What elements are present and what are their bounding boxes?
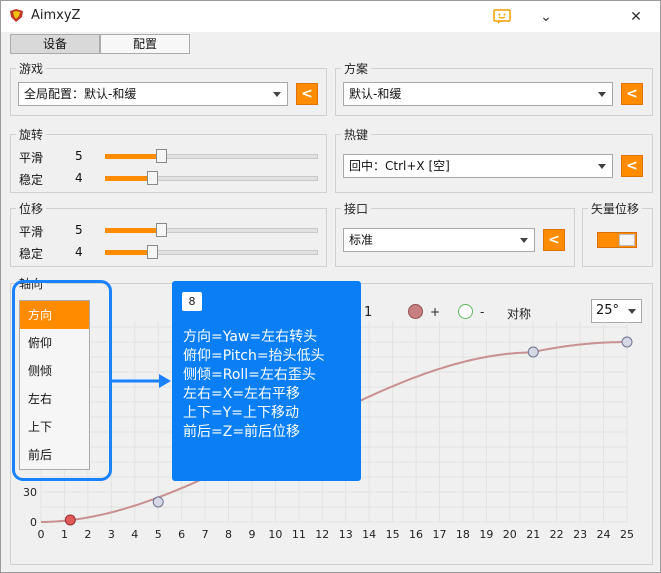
x-tick-label: 12: [315, 528, 329, 541]
x-tick-label: 0: [38, 528, 45, 541]
x-tick-label: 16: [409, 528, 423, 541]
x-tick-label: 17: [432, 528, 446, 541]
step-badge: 8: [182, 292, 202, 311]
x-tick-label: 25: [620, 528, 634, 541]
control-point-minus: [527, 346, 539, 358]
help-tooltip: 8 方向=Yaw=左右转头 俯仰=Pitch=抬头低头 侧倾=Roll=左右歪头…: [172, 281, 361, 481]
tooltip-line: 侧倾=Roll=左右歪头: [183, 367, 316, 383]
x-tick-label: 19: [479, 528, 493, 541]
tooltip-line: 前后=Z=前后位移: [183, 424, 301, 440]
tooltip-line: 俯仰=Pitch=抬头低头: [183, 348, 325, 364]
x-tick-label: 21: [526, 528, 540, 541]
y-tick-label: 30: [23, 486, 37, 499]
x-tick-label: 10: [268, 528, 282, 541]
x-tick-label: 7: [202, 528, 209, 541]
x-tick-label: 15: [386, 528, 400, 541]
tooltip-line: 方向=Yaw=左右转头: [183, 329, 318, 345]
x-tick-label: 3: [108, 528, 115, 541]
x-tick-label: 24: [597, 528, 611, 541]
x-tick-label: 8: [225, 528, 232, 541]
x-tick-label: 22: [550, 528, 564, 541]
control-point-minus: [621, 336, 633, 348]
x-tick-label: 20: [503, 528, 517, 541]
x-tick-label: 5: [155, 528, 162, 541]
highlight-frame: [12, 280, 112, 481]
tooltip-line: 上下=Y=上下移动: [183, 405, 300, 421]
x-tick-label: 13: [339, 528, 353, 541]
x-tick-label: 6: [178, 528, 185, 541]
x-tick-label: 2: [84, 528, 91, 541]
app-window: AimxyZ ⌄ ✕ 设备 配置 游戏 全局配置：默认-和缓 < 方案 默认-和…: [0, 0, 661, 573]
x-tick-label: 23: [573, 528, 587, 541]
x-tick-label: 11: [292, 528, 306, 541]
x-tick-label: 18: [456, 528, 470, 541]
control-point-minus: [152, 496, 164, 508]
y-tick-label: 0: [30, 516, 37, 529]
control-point-plus: [64, 514, 76, 526]
x-tick-label: 14: [362, 528, 376, 541]
arrow-right-icon: [111, 374, 171, 388]
x-tick-label: 4: [131, 528, 138, 541]
x-tick-label: 1: [61, 528, 68, 541]
tooltip-line: 左右=X=左右平移: [183, 386, 301, 402]
x-tick-label: 9: [248, 528, 255, 541]
